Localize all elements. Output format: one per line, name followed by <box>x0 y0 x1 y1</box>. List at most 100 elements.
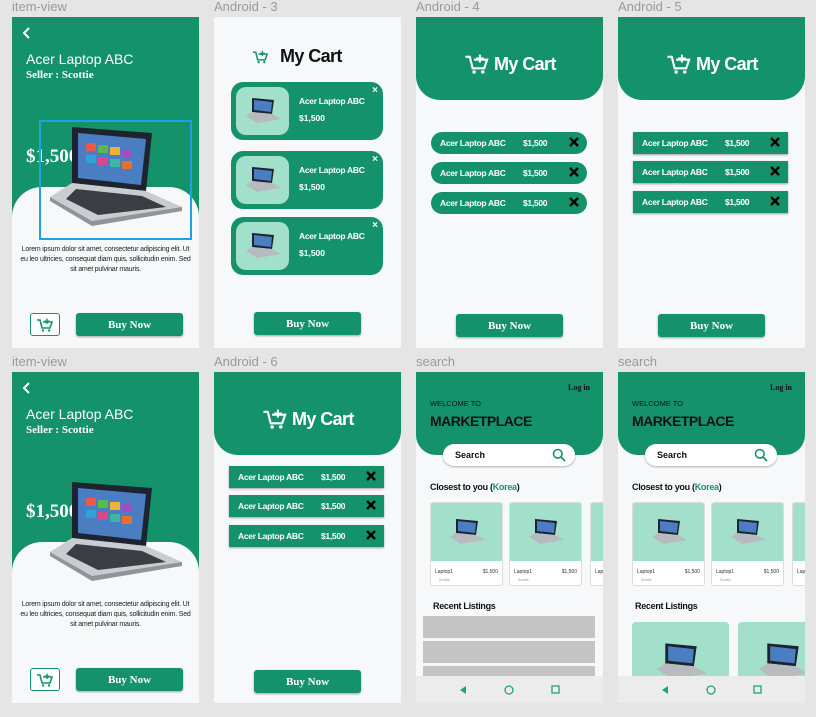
nav-recents-icon[interactable] <box>550 685 560 694</box>
cart-item-price: $1,500 <box>725 138 750 148</box>
cart-item-price: $1,500 <box>299 248 325 258</box>
welcome-text: WELCOME TO <box>430 399 481 408</box>
cart-item-row[interactable]: Acer Laptop ABC $1,500 <box>431 162 587 184</box>
nav-recents-icon[interactable] <box>752 685 762 694</box>
close-icon[interactable] <box>770 196 780 208</box>
item-title: Acer Laptop ABC <box>26 51 134 67</box>
chevron-left-icon[interactable] <box>22 27 32 39</box>
nav-back-icon[interactable] <box>661 685 669 694</box>
cart-rows-frame: My Cart Acer Laptop ABC $1,500 Acer Lapto… <box>214 372 401 703</box>
laptop-image <box>528 519 564 544</box>
item-description: Lorem ipsum dolor sit amet, consectetur … <box>20 601 191 628</box>
search-icon[interactable] <box>552 448 566 462</box>
cart-item-row[interactable]: Acer Laptop ABC $1,500 <box>633 132 788 154</box>
search-input[interactable]: Search <box>645 444 777 466</box>
cart-plus-icon <box>37 318 54 332</box>
login-link[interactable]: Log in <box>568 383 590 392</box>
product-name: Laptop1 <box>716 569 735 575</box>
welcome-text: WELCOME TO <box>632 399 683 408</box>
product-card[interactable]: Laptop1 <box>792 502 805 586</box>
cart-item-row[interactable]: Acer Laptop ABC $1,500 <box>229 525 384 547</box>
buy-now-button[interactable]: Buy Now <box>658 314 765 337</box>
buy-now-button[interactable]: Buy Now <box>76 313 183 336</box>
cart-item-row[interactable]: Acer Laptop ABC $1,500 <box>633 161 788 183</box>
laptop-image <box>730 519 766 544</box>
recent-listing-card[interactable] <box>632 622 729 682</box>
close-icon[interactable]: × <box>372 85 378 96</box>
add-to-cart-button[interactable] <box>30 668 60 691</box>
buy-now-button[interactable]: Buy Now <box>76 668 183 691</box>
product-name: Laptop1 <box>514 569 533 575</box>
close-icon[interactable] <box>569 167 579 179</box>
cart-item-price: $1,500 <box>321 472 346 482</box>
laptop-image <box>651 519 687 544</box>
cart-item-name: Acer Laptop ABC <box>299 231 365 241</box>
close-icon[interactable] <box>569 137 579 149</box>
close-icon[interactable]: × <box>372 220 378 231</box>
cart-item-thumbnail <box>236 156 289 204</box>
cart-item-price: $1,500 <box>321 531 346 541</box>
search-input[interactable]: Search <box>443 444 575 466</box>
product-card[interactable]: Laptop1 $1,500 Scottie <box>632 502 705 586</box>
laptop-image <box>245 98 281 123</box>
add-to-cart-button[interactable] <box>30 313 60 336</box>
close-icon[interactable] <box>569 197 579 209</box>
cart-item-row[interactable]: Acer Laptop ABC $1,500 <box>431 192 587 214</box>
product-seller: Scottie <box>518 578 529 582</box>
cart-cards-frame: My Cart Acer Laptop ABC $1,500 × Acer La… <box>214 17 401 348</box>
product-image <box>591 503 603 561</box>
cart-title: My Cart <box>494 54 556 74</box>
cart-item-name: Acer Laptop ABC <box>238 531 304 541</box>
close-icon[interactable] <box>366 500 376 512</box>
cart-item-card[interactable]: Acer Laptop ABC $1,500 × <box>231 217 383 275</box>
recent-heading: Recent Listings <box>433 601 496 611</box>
product-card[interactable]: Laptop1 $1,500 Scottie <box>711 502 784 586</box>
buy-now-button[interactable]: Buy Now <box>254 670 361 693</box>
frame-label: Android - 6 <box>214 354 278 369</box>
search-frame: Log in WELCOME TO MARKETPLACE Search Clo… <box>416 372 603 703</box>
close-icon[interactable]: × <box>372 154 378 165</box>
product-card[interactable]: Laptop1 $1,500 Scottie <box>509 502 582 586</box>
close-icon[interactable] <box>366 530 376 542</box>
search-icon[interactable] <box>754 448 768 462</box>
frame-label: Android - 3 <box>214 0 278 14</box>
cart-item-name: Acer Laptop ABC <box>440 168 506 178</box>
cart-item-card[interactable]: Acer Laptop ABC $1,500 × <box>231 151 383 209</box>
nav-back-icon[interactable] <box>459 685 467 694</box>
cart-plus-icon <box>667 54 691 74</box>
android-nav-bar <box>618 676 805 703</box>
product-seller: Scottie <box>720 578 731 582</box>
cart-plus-icon <box>263 409 287 429</box>
cart-item-name: Acer Laptop ABC <box>299 165 365 175</box>
close-icon[interactable] <box>366 471 376 483</box>
laptop-image <box>449 519 485 544</box>
product-card[interactable]: Laptop1 <box>590 502 603 586</box>
product-image <box>793 503 805 561</box>
close-icon[interactable] <box>770 137 780 149</box>
chevron-left-icon[interactable] <box>22 382 32 394</box>
cart-item-price: $1,500 <box>523 138 548 148</box>
listing-placeholder <box>423 616 595 638</box>
nav-home-icon[interactable] <box>504 684 514 695</box>
cart-item-name: Acer Laptop ABC <box>440 198 506 208</box>
closest-heading: Closest to you (Korea) <box>430 482 520 492</box>
search-frame: Log in WELCOME TO MARKETPLACE Search Clo… <box>618 372 805 703</box>
cart-item-row[interactable]: Acer Laptop ABC $1,500 <box>633 191 788 213</box>
product-image <box>431 503 502 561</box>
buy-now-button[interactable]: Buy Now <box>254 312 361 335</box>
cart-item-row[interactable]: Acer Laptop ABC $1,500 <box>431 132 587 154</box>
cart-item-card[interactable]: Acer Laptop ABC $1,500 × <box>231 82 383 140</box>
cart-item-row[interactable]: Acer Laptop ABC $1,500 <box>229 495 384 517</box>
product-card[interactable]: Laptop1 $1,500 Scottie <box>430 502 503 586</box>
product-name: Laptop1 <box>435 569 454 575</box>
product-seller: Scottie <box>641 578 652 582</box>
cart-item-row[interactable]: Acer Laptop ABC $1,500 <box>229 466 384 488</box>
buy-now-button[interactable]: Buy Now <box>456 314 563 337</box>
product-price: $1,500 <box>763 569 779 575</box>
cart-item-price: $1,500 <box>299 182 325 192</box>
nav-home-icon[interactable] <box>706 684 716 695</box>
recent-listing-card[interactable] <box>738 622 805 682</box>
cart-pills-frame: My Cart Acer Laptop ABC $1,500 Acer Lapto… <box>416 17 603 348</box>
close-icon[interactable] <box>770 166 780 178</box>
login-link[interactable]: Log in <box>770 383 792 392</box>
